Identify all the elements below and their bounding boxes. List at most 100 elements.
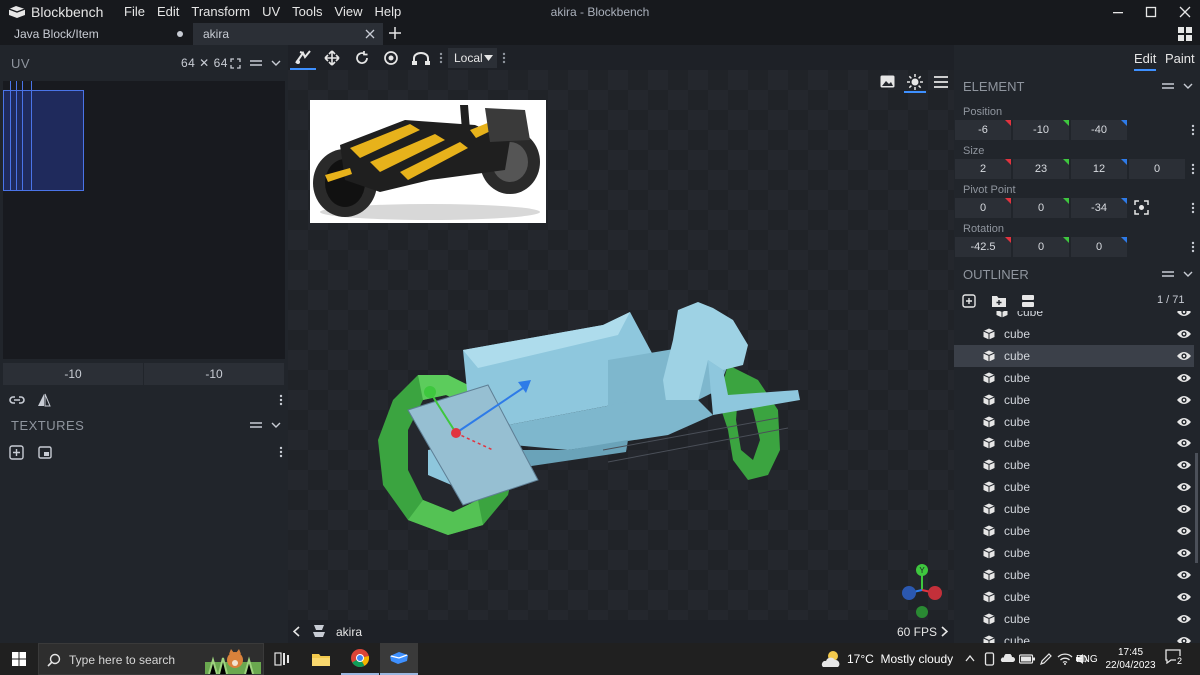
language-label[interactable]: ENG [1076,654,1098,665]
visibility-eye-icon[interactable] [1176,612,1192,626]
motorcycle-model[interactable] [368,300,808,540]
chevron-down-icon[interactable] [271,60,281,67]
menu-help[interactable]: Help [368,4,407,19]
close-window-button[interactable] [1170,0,1200,23]
start-screen-button[interactable] [1178,27,1192,44]
inflate-field[interactable]: 0 [1129,159,1185,179]
visibility-eye-icon[interactable] [1176,349,1192,363]
more-options-icon[interactable] [279,446,283,458]
menu-tools[interactable]: Tools [286,4,328,19]
chevron-down-icon[interactable] [271,422,281,429]
task-view-button[interactable] [263,643,301,675]
rotation-x-field[interactable]: -42.5 [955,237,1011,257]
menu-file[interactable]: File [118,4,151,19]
fullscreen-icon[interactable] [230,58,241,69]
wifi-icon[interactable] [1057,653,1073,665]
outliner-item[interactable]: cube [954,311,1194,323]
visibility-eye-icon[interactable] [1176,502,1192,516]
3d-viewport[interactable]: Y [288,70,954,620]
outliner-item[interactable]: cube [954,586,1194,608]
pivot-y-field[interactable]: 0 [1013,198,1069,218]
visibility-eye-icon[interactable] [1176,311,1192,319]
taskbar-search-box[interactable]: Type here to search [38,643,264,675]
onedrive-icon[interactable] [1000,654,1015,663]
vertex-snap-icon[interactable] [412,51,430,65]
outliner-scrollbar[interactable] [1195,453,1198,563]
mirror-icon[interactable] [37,393,51,407]
visibility-eye-icon[interactable] [1176,634,1192,644]
outliner-item[interactable]: cube [954,432,1194,454]
position-z-field[interactable]: -40 [1071,120,1127,140]
size-z-field[interactable]: 12 [1071,159,1127,179]
battery-icon[interactable] [1019,654,1035,664]
size-x-field[interactable]: 2 [955,159,1011,179]
more-options-icon[interactable] [1191,163,1195,175]
weather-icon[interactable] [820,649,842,669]
outliner-item[interactable]: cube [954,389,1194,411]
pen-icon[interactable] [1039,652,1053,666]
visibility-eye-icon[interactable] [1176,546,1192,560]
center-pivot-icon[interactable] [1134,200,1149,215]
visibility-eye-icon[interactable] [1176,458,1192,472]
file-explorer-taskbar-button[interactable] [302,643,340,675]
visibility-eye-icon[interactable] [1176,371,1192,385]
more-options-icon[interactable] [1191,202,1195,214]
size-y-field[interactable]: 23 [1013,159,1069,179]
visibility-eye-icon[interactable] [1176,393,1192,407]
chrome-taskbar-button[interactable] [341,643,379,675]
drag-handle-icon[interactable] [250,421,262,429]
link-icon[interactable] [9,393,25,407]
menu-transform[interactable]: Transform [185,4,256,19]
uv-editor[interactable] [3,81,285,359]
uv-field-x[interactable]: -10 [3,363,144,385]
clock[interactable]: 17:45 22/04/2023 [1098,646,1163,672]
more-options-icon[interactable] [1191,241,1195,253]
chevron-down-icon[interactable] [1183,271,1193,278]
toggle-options-icon[interactable] [1021,294,1035,308]
menu-view[interactable]: View [329,4,369,19]
weather-text[interactable]: 17°C Mostly cloudy [847,652,953,666]
uv-field-y[interactable]: -10 [144,363,285,385]
more-options-icon[interactable] [1191,124,1195,136]
pivot-z-field[interactable]: -34 [1071,198,1127,218]
pivot-tool-icon[interactable] [383,50,399,66]
outliner-item[interactable]: cube [954,630,1194,644]
tab-java-block-item[interactable]: Java Block/Item [0,23,193,45]
outliner-item[interactable]: cube [954,344,1194,367]
position-x-field[interactable]: -6 [955,120,1011,140]
move-tool-button[interactable] [290,45,316,70]
mode-tab-paint[interactable]: Paint [1165,51,1195,71]
resize-tool-icon[interactable] [324,50,340,66]
outliner-item[interactable]: cube [954,323,1194,345]
outliner-item[interactable]: cube [954,367,1194,389]
drag-handle-icon[interactable] [1162,270,1174,278]
chevron-left-icon[interactable] [293,626,300,637]
viewport-menu-icon[interactable] [934,76,948,88]
menu-edit[interactable]: Edit [151,4,185,19]
uv-size[interactable]: 64 ✕ 64 [181,56,228,70]
chevron-up-icon[interactable] [965,655,975,662]
add-group-icon[interactable] [991,294,1007,308]
axis-orientation-icon[interactable]: Y [895,560,945,620]
transform-space-select[interactable]: Local [448,48,497,68]
outliner-item[interactable]: cube [954,498,1194,520]
visibility-eye-icon[interactable] [1176,568,1192,582]
outliner-item[interactable]: cube [954,564,1194,586]
visibility-eye-icon[interactable] [1176,590,1192,604]
phone-link-icon[interactable] [984,652,995,666]
more-options-icon[interactable] [279,394,283,406]
menu-uv[interactable]: UV [256,4,286,19]
visibility-eye-icon[interactable] [1176,436,1192,450]
visibility-eye-icon[interactable] [1176,524,1192,538]
minimize-button[interactable] [1103,0,1133,23]
start-button[interactable] [0,643,37,675]
rotation-y-field[interactable]: 0 [1013,237,1069,257]
lighting-toggle[interactable] [904,72,926,93]
maximize-button[interactable] [1136,0,1166,23]
visibility-eye-icon[interactable] [1176,480,1192,494]
tab-akira[interactable]: akira [193,23,383,45]
drag-handle-icon[interactable] [250,59,262,67]
chevron-right-icon[interactable] [941,626,948,637]
notification-center-button[interactable]: 2 [1165,649,1189,669]
chevron-down-icon[interactable] [1183,83,1193,90]
